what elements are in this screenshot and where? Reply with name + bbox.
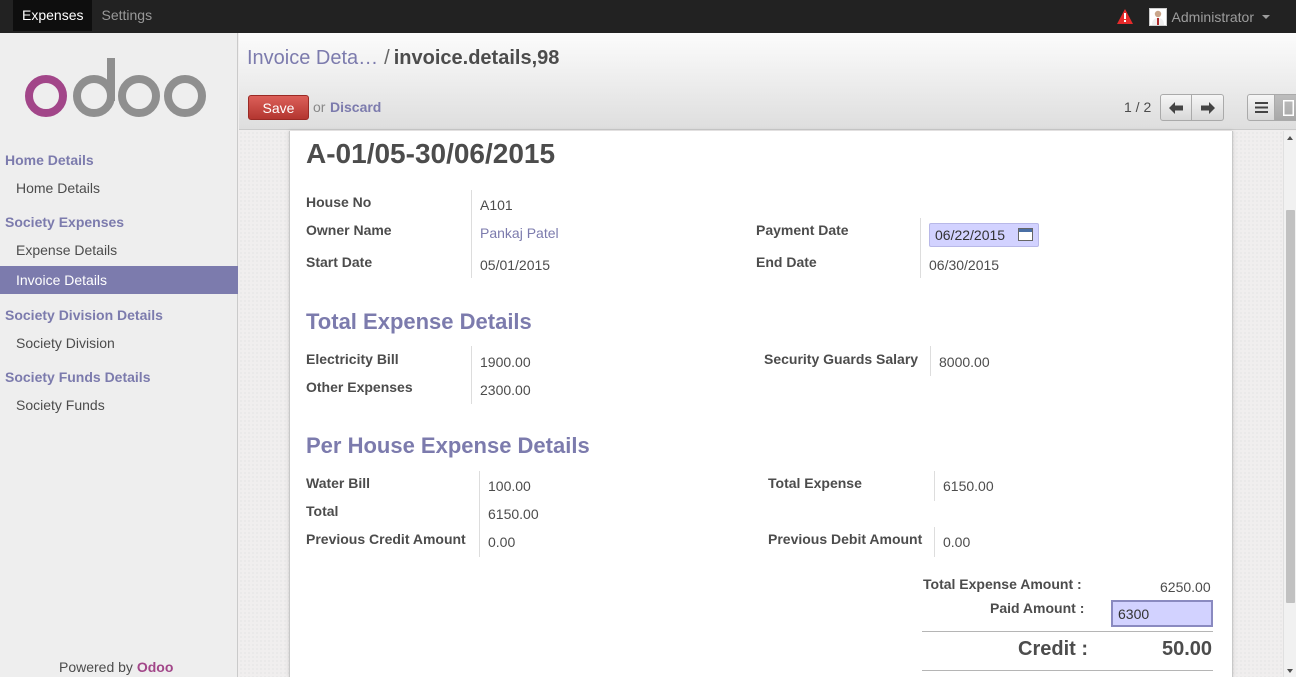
- security-guards-salary-field[interactable]: 8000.00: [939, 354, 990, 370]
- vertical-scrollbar[interactable]: [1283, 131, 1296, 677]
- record-title: A-01/05-30/06/2015: [306, 138, 556, 169]
- sidebar-item-expense-details[interactable]: Expense Details: [0, 236, 238, 264]
- sidebar-section-society-expenses: Society Expenses: [5, 214, 125, 230]
- warning-icon[interactable]: [1116, 8, 1135, 25]
- scroll-down-arrow-icon[interactable]: [1287, 669, 1293, 673]
- form-view-button[interactable]: [1275, 94, 1296, 121]
- list-view-button[interactable]: [1247, 94, 1275, 121]
- divider: [471, 346, 472, 404]
- total-expense-amount-field: 6250.00: [1160, 579, 1211, 595]
- save-button[interactable]: Save: [248, 95, 309, 120]
- powered-by: Powered by Odoo: [59, 659, 173, 675]
- breadcrumb: Invoice Deta… / invoice.details,98: [247, 47, 559, 70]
- sidebar-section-society-funds-details: Society Funds Details: [5, 369, 151, 385]
- payment-date-input[interactable]: 06/22/2015: [929, 223, 1039, 247]
- top-navbar: Expenses Settings Administrator: [0, 0, 1296, 33]
- total-field[interactable]: 6150.00: [488, 506, 539, 522]
- sidebar-section-society-division-details: Society Division Details: [5, 307, 163, 323]
- totals-divider: [922, 670, 1213, 671]
- powered-by-link[interactable]: Odoo: [137, 659, 174, 675]
- list-icon: [1254, 102, 1268, 113]
- security-guards-salary-label: Security Guards Salary: [764, 351, 919, 367]
- view-switcher: [1247, 94, 1296, 121]
- pager-value[interactable]: 1 / 2: [1124, 99, 1151, 115]
- discard-button[interactable]: Discard: [330, 99, 381, 115]
- breadcrumb-parent-link[interactable]: Invoice Deta…: [247, 47, 378, 69]
- odoo-logo[interactable]: [24, 58, 208, 124]
- menu-expenses[interactable]: Expenses: [13, 0, 93, 31]
- previous-credit-amount-label: Previous Credit Amount: [306, 531, 466, 547]
- electricity-bill-label: Electricity Bill: [306, 351, 399, 367]
- powered-by-label: Powered by: [59, 659, 133, 675]
- end-date-field[interactable]: 06/30/2015: [929, 257, 999, 273]
- breadcrumb-separator: /: [384, 47, 390, 69]
- totals-divider: [922, 631, 1213, 632]
- previous-debit-amount-field[interactable]: 0.00: [943, 534, 970, 550]
- or-text: or: [313, 99, 326, 115]
- breadcrumb-current: invoice.details,98: [393, 47, 560, 69]
- total-expense-amount-label: Total Expense Amount :: [923, 576, 1082, 592]
- water-bill-label: Water Bill: [306, 475, 371, 491]
- credit-value: 50.00: [1162, 638, 1213, 660]
- form-sheet: [289, 131, 1233, 677]
- divider: [920, 218, 921, 278]
- calendar-icon[interactable]: [1018, 228, 1033, 241]
- sidebar-item-invoice-details[interactable]: Invoice Details: [0, 266, 238, 294]
- user-name[interactable]: Administrator: [1172, 9, 1254, 25]
- paid-amount-label: Paid Amount :: [990, 600, 1085, 616]
- house-no-label: House No: [306, 194, 372, 210]
- house-no-field[interactable]: A101: [480, 197, 513, 213]
- avatar[interactable]: [1148, 7, 1167, 26]
- arrow-right-icon: [1200, 101, 1215, 114]
- sidebar-section-home-details: Home Details: [5, 152, 94, 168]
- user-area: Administrator: [1116, 0, 1296, 33]
- sidebar: Home Details Home Details Society Expens…: [0, 33, 238, 677]
- credit-label: Credit :: [1018, 638, 1088, 660]
- start-date-field[interactable]: 05/01/2015: [480, 257, 550, 273]
- other-expenses-label: Other Expenses: [306, 379, 413, 395]
- pager-buttons: [1160, 94, 1224, 121]
- total-expense-section-title: Total Expense Details: [306, 309, 532, 334]
- owner-name-link[interactable]: Pankaj Patel: [480, 225, 559, 241]
- pager-previous-button[interactable]: [1160, 94, 1192, 121]
- divider: [479, 471, 480, 557]
- water-bill-field[interactable]: 100.00: [488, 478, 531, 494]
- other-expenses-field[interactable]: 2300.00: [480, 382, 531, 398]
- sidebar-item-home-details[interactable]: Home Details: [0, 174, 238, 202]
- arrow-left-icon: [1169, 101, 1183, 114]
- pager-next-button[interactable]: [1192, 94, 1224, 121]
- scroll-up-arrow-icon[interactable]: [1287, 136, 1293, 140]
- menu-settings[interactable]: Settings: [92, 0, 161, 31]
- payment-date-value: 06/22/2015: [935, 227, 1006, 243]
- chevron-down-icon[interactable]: [1262, 14, 1270, 19]
- sidebar-item-society-funds[interactable]: Society Funds: [0, 391, 238, 419]
- sidebar-item-society-division[interactable]: Society Division: [0, 329, 238, 357]
- previous-credit-amount-field[interactable]: 0.00: [488, 534, 515, 550]
- previous-debit-amount-label: Previous Debit Amount: [768, 531, 923, 547]
- total-expense-label: Total Expense: [768, 475, 862, 491]
- electricity-bill-field[interactable]: 1900.00: [480, 354, 531, 370]
- paid-amount-input[interactable]: 6300: [1111, 600, 1213, 627]
- owner-name-label: Owner Name: [306, 222, 392, 238]
- end-date-label: End Date: [756, 254, 817, 270]
- total-expense-field[interactable]: 6150.00: [943, 478, 994, 494]
- top-menu: Expenses Settings: [13, 0, 161, 31]
- divider: [471, 190, 472, 278]
- divider: [934, 471, 935, 501]
- per-house-section-title: Per House Expense Details: [306, 433, 590, 458]
- payment-date-label: Payment Date: [756, 222, 849, 238]
- divider: [930, 346, 931, 376]
- divider: [934, 527, 935, 557]
- total-label: Total: [306, 503, 339, 519]
- control-panel: Invoice Deta… / invoice.details,98 Save or…: [239, 33, 1296, 130]
- start-date-label: Start Date: [306, 254, 373, 270]
- form-icon: [1283, 99, 1294, 116]
- scrollbar-thumb[interactable]: [1286, 210, 1295, 603]
